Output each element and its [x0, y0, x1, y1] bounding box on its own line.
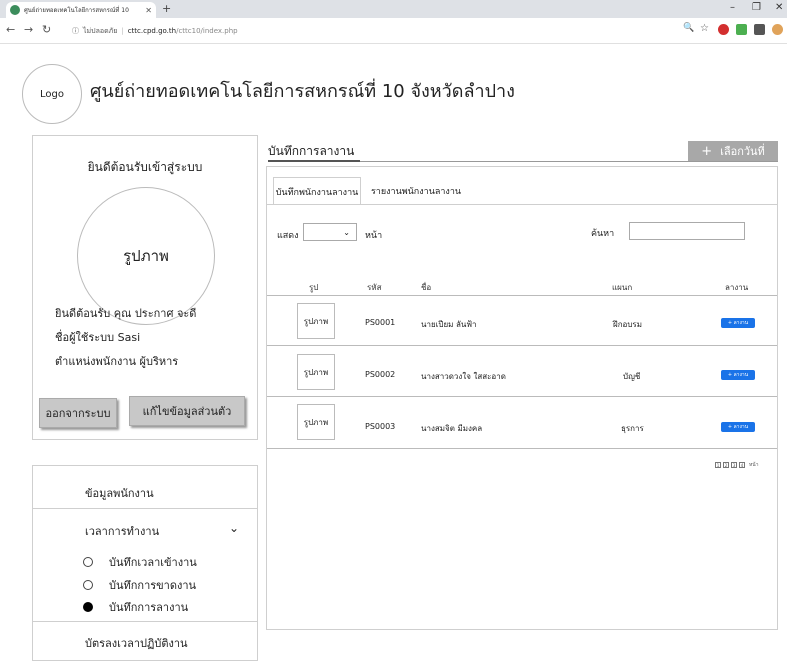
radio-icon [83, 580, 93, 590]
col-name: ชื่อ [421, 283, 432, 292]
close-window-icon[interactable]: ✕ [775, 2, 783, 13]
site-title: ศูนย์ถ่ายทอดเทคโนโลยีการสหกรณ์ที่ 10 จัง… [90, 81, 515, 102]
welcome-panel: ยินดีต้อนรับเข้าสู่ระบบ รูปภาพ ยินดีต้อน… [32, 135, 258, 440]
radio-label: บันทึกการขาดงาน [109, 579, 197, 592]
sidebar-item-employee-data[interactable]: ข้อมูลพนักงาน [33, 484, 257, 502]
employee-photo: รูปภาพ [297, 354, 335, 390]
url-security-label: ไม่ปลอดภัย [83, 26, 118, 35]
radio-selected-icon [83, 602, 93, 612]
site-favicon-icon [10, 5, 20, 15]
employee-name: นางสมจิต มีมงคล [421, 424, 483, 433]
tab-title: ศูนย์ถ่ายทอดเทคโนโลยีการสหกรณ์ที่ 10 [24, 7, 129, 14]
col-photo: รูป [309, 283, 319, 292]
extension-grey-icon[interactable] [754, 24, 765, 35]
pagination: 1 2 3 4 หน้า [715, 461, 759, 469]
page-button[interactable]: 2 [723, 462, 729, 468]
radio-absence[interactable]: บันทึกการขาดงาน [83, 576, 196, 594]
pick-date-label: เลือกวันที่ [720, 145, 765, 158]
extension-green-icon[interactable] [736, 24, 747, 35]
add-leave-button[interactable]: + ลางาน [721, 370, 755, 380]
page-size-select[interactable]: ⌄ [303, 223, 357, 241]
page-label: หน้า [365, 231, 383, 241]
tab-leave-record[interactable]: บันทึกพนักงานลางาน [273, 177, 361, 205]
greeting-text: ยินดีต้อนรับ คุณ ประกาศ จะดี [55, 307, 197, 320]
pager-label: หน้า [749, 462, 759, 468]
search-label: ค้นหา [591, 229, 615, 239]
edit-profile-button[interactable]: แก้ไขข้อมูลส่วนตัว [129, 396, 245, 426]
minimize-icon[interactable]: – [730, 2, 735, 13]
radio-icon [83, 557, 93, 567]
profile-avatar-icon[interactable] [772, 24, 783, 35]
employee-name: นางสาวดวงใจ ใสสะอาด [421, 372, 506, 381]
page-button[interactable]: 4 [739, 462, 745, 468]
address-bar: ← → ↻ ⓘ ไม่ปลอดภัย | cttc.cpd.go.th /ctt… [0, 18, 787, 44]
info-icon[interactable]: ⓘ [72, 26, 79, 36]
new-tab-button[interactable]: + [162, 2, 171, 15]
leave-content-panel: บันทึกพนักงานลางาน รายงานพนักงานลางาน แส… [266, 166, 778, 630]
chevron-down-icon: ⌄ [229, 521, 240, 535]
employee-photo: รูปภาพ [297, 404, 335, 440]
radio-leave[interactable]: บันทึกการลางาน [83, 598, 188, 616]
welcome-title: ยินดีต้อนรับเข้าสู่ระบบ [87, 160, 203, 174]
col-dept: แผนก [612, 283, 633, 292]
add-leave-button[interactable]: + ลางาน [721, 318, 755, 328]
browser-tabbar: ศูนย์ถ่ายทอดเทคโนโลยีการสหกรณ์ที่ 10 ✕ +… [0, 0, 787, 18]
radio-label: บันทึกเวลาเข้างาน [109, 556, 197, 569]
col-leave: ลางาน [725, 283, 749, 292]
add-leave-button[interactable]: + ลางาน [721, 422, 755, 432]
sidebar-item-timecard[interactable]: บัตรลงเวลาปฏิบัติงาน [33, 634, 257, 652]
back-icon[interactable]: ← [6, 23, 15, 36]
url-host: cttc.cpd.go.th [127, 27, 177, 35]
zoom-icon[interactable]: 🔍 [683, 23, 694, 33]
logo: Logo [22, 64, 82, 124]
plus-icon: + [701, 143, 713, 159]
tab-close-icon[interactable]: ✕ [145, 6, 152, 15]
employee-dept: บัญชี [623, 372, 641, 381]
position-text: ตำแหน่งพนักงาน ผู้บริหาร [55, 355, 179, 368]
reload-icon[interactable]: ↻ [42, 23, 51, 36]
tab-leave-report[interactable]: รายงานพนักงานลางาน [365, 177, 467, 205]
extension-red-icon[interactable] [718, 24, 729, 35]
show-label: แสดง [277, 231, 299, 241]
sidebar-item-label: เวลาการทำงาน [85, 525, 160, 538]
employee-code: PS0001 [365, 318, 396, 327]
browser-tab[interactable]: ศูนย์ถ่ายทอดเทคโนโลยีการสหกรณ์ที่ 10 ✕ [6, 2, 156, 18]
employee-dept: ฝึกอบรม [613, 320, 642, 329]
employee-name: นายเปียม ลันฟ้า [421, 320, 477, 329]
logout-button[interactable]: ออกจากระบบ [39, 398, 117, 428]
radio-label: บันทึกการลางาน [109, 601, 189, 614]
page-button[interactable]: 1 [715, 462, 721, 468]
search-input[interactable] [629, 222, 745, 240]
url-field[interactable]: ⓘ ไม่ปลอดภัย | cttc.cpd.go.th /cttc10/in… [72, 22, 702, 40]
page-title: บันทึกการลางาน [268, 144, 355, 158]
employee-code: PS0002 [365, 370, 396, 379]
username-text: ชื่อผู้ใช้ระบบ Sasi [55, 331, 141, 344]
chevron-down-icon: ⌄ [343, 227, 350, 237]
employee-photo: รูปภาพ [297, 303, 335, 339]
sidebar-item-work-time[interactable]: เวลาการทำงาน ⌄ [33, 521, 257, 540]
maximize-icon[interactable]: ❐ [752, 2, 761, 13]
page-button[interactable]: 3 [731, 462, 737, 468]
employee-dept: ธุรการ [621, 424, 644, 433]
url-path: /cttc10/index.php [176, 27, 238, 35]
col-code: รหัส [367, 283, 382, 292]
sidebar-menu: ข้อมูลพนักงาน เวลาการทำงาน ⌄ บันทึกเวลาเ… [32, 465, 258, 661]
pick-date-button[interactable]: + เลือกวันที่ [688, 141, 778, 161]
employee-code: PS0003 [365, 422, 396, 431]
bookmark-star-icon[interactable]: ☆ [700, 23, 709, 34]
forward-icon[interactable]: → [24, 23, 33, 36]
radio-clock-in[interactable]: บันทึกเวลาเข้างาน [83, 553, 197, 571]
